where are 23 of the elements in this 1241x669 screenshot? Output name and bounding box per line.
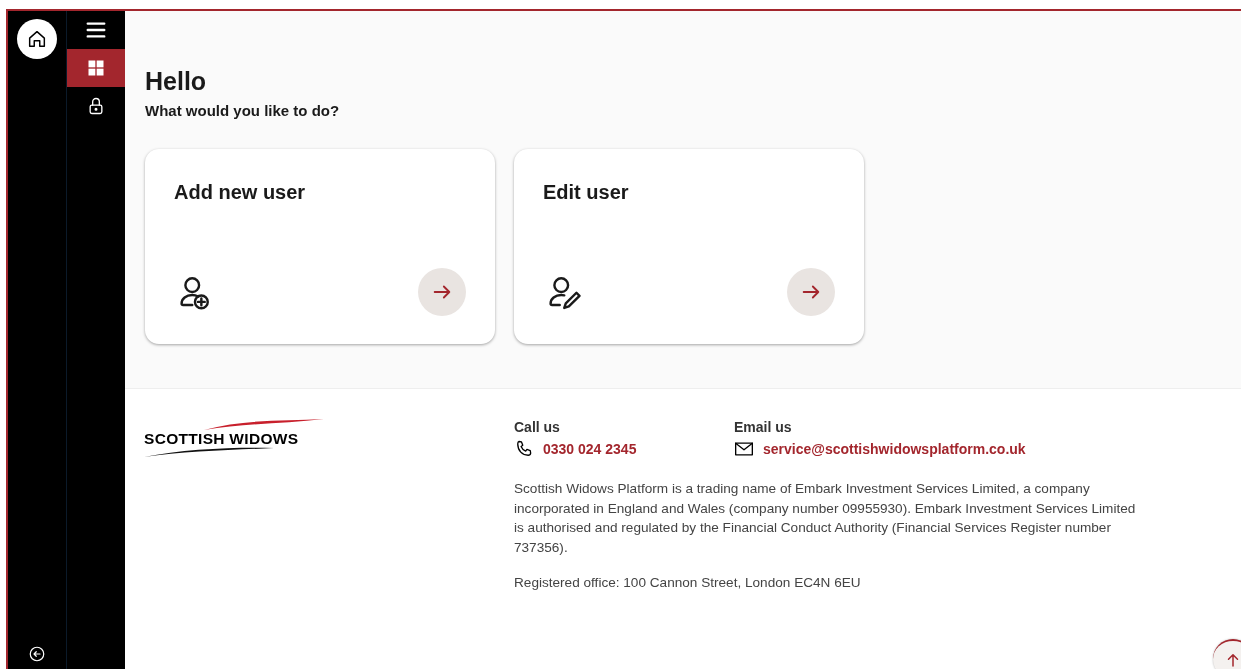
- page-subheading: What would you like to do?: [145, 102, 341, 119]
- envelope-icon: [734, 439, 754, 459]
- nav-item[interactable]: [67, 49, 125, 87]
- action-card[interactable]: Add new user: [145, 149, 495, 344]
- arrow-button[interactable]: [787, 268, 835, 316]
- card-title: Edit user: [543, 181, 630, 204]
- logo-text: SCOTTISH WIDOWS: [144, 431, 299, 447]
- menu-icon: [85, 19, 107, 41]
- disclaimer-text: Scottish Widows Platform is a trading name of Embark Investment Services Limited, a company incorporated in England and Wales (company number 09955930). Embark Investment Services Limited is authorised and regulated by the Financial Conduct Authority (Financial Services Register number 737356).: [514, 480, 1137, 557]
- home-button[interactable]: [17, 19, 57, 59]
- action-card[interactable]: Edit user: [514, 149, 864, 344]
- contact-label: Email us: [734, 419, 793, 435]
- contact-label: Call us: [514, 419, 561, 435]
- card-title: Add new user: [174, 181, 307, 204]
- home-icon: [26, 28, 48, 50]
- contact-link[interactable]: 0330 024 2345: [543, 441, 637, 457]
- grid-icon: [86, 58, 106, 78]
- back-button[interactable]: [28, 645, 46, 663]
- contact-link[interactable]: service@scottishwidowsplatform.co.uk: [763, 441, 1026, 457]
- phone-icon: [514, 439, 534, 459]
- page-heading: Hello: [145, 67, 208, 96]
- office-address: Registered office: 100 Cannon Street, London EC4N 6EU: [514, 575, 862, 590]
- arrow-button[interactable]: [418, 268, 466, 316]
